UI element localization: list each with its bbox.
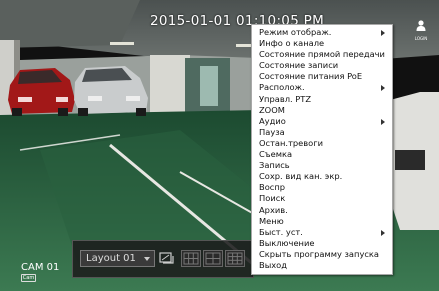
layout-select-value: Layout 01 [86,253,136,264]
menu-item-label: Архив. [259,204,288,215]
user-icon [416,20,426,31]
menu-item[interactable]: Сохр. вид кан. экр. [252,171,392,182]
dvr-live-view: 2015-01-01 01:10:05 PM LOGIN CAM 01 Cam … [0,0,439,291]
menu-item[interactable]: Выход [252,260,392,271]
menu-item-label: Состояние питания PoE [259,71,363,82]
menu-item-label: Скрыть программу запуска [259,248,380,259]
menu-item-label: Воспр [259,182,286,193]
menu-item[interactable]: Архив. [252,205,392,216]
menu-item-label: Пауза [259,126,285,137]
login-button[interactable]: LOGIN [410,16,432,41]
menu-item-label: Инфо о канале [259,38,325,49]
menu-item[interactable]: Быст. уст. [252,227,392,238]
menu-item[interactable]: Состояние питания PoE [252,71,392,82]
menu-item-label: Аудио [259,115,286,126]
dropdown-arrow-icon [144,257,150,261]
menu-item-label: Располож. [259,82,305,93]
menu-item[interactable]: Выключение [252,238,392,249]
menu-item-label: Запись [259,160,290,171]
menu-item[interactable]: Управл. PTZ [252,94,392,105]
login-label: LOGIN [414,36,428,41]
split-grid-button-3[interactable] [225,250,245,267]
menu-item-label: Выключение [259,237,315,248]
menu-item-label: Поиск [259,193,286,204]
menu-item-label: Остан.тревоги [259,137,323,148]
menu-item-label: ZOOM [259,104,285,115]
layout-select[interactable]: Layout 01 [80,250,155,267]
menu-item[interactable]: Меню [252,216,392,227]
grid-icon [183,252,199,265]
menu-item[interactable]: Состояние записи [252,60,392,71]
submenu-arrow-icon [381,118,385,125]
grid-icon [227,252,243,265]
context-menu: Режим отображ. Инфо о канале Состояние пря… [251,24,393,275]
menu-item[interactable]: Запись [252,160,392,171]
sequence-icon[interactable] [159,250,175,267]
grid-icon [205,252,221,265]
menu-item-label: Режим отображ. [259,27,332,37]
menu-item-label: Быст. уст. [259,226,303,237]
menu-item-label: Меню [259,215,284,226]
menu-item[interactable]: ZOOM [252,105,392,116]
submenu-arrow-icon [381,30,385,36]
menu-item[interactable]: Состояние прямой передачи [252,49,392,60]
menu-item[interactable]: Воспр [252,182,392,193]
split-grid-button-2[interactable] [203,250,223,267]
menu-item-label: Сохр. вид кан. экр. [259,171,343,182]
menu-item-label: Выход [259,259,287,270]
camera-name: CAM 01 [21,262,60,273]
menu-item[interactable]: Остан.тревоги [252,138,392,149]
menu-item[interactable]: Располож. [252,82,392,93]
menu-item-label: Состояние записи [259,60,339,71]
menu-item-label: Управл. PTZ [259,93,312,104]
menu-item[interactable]: Пауза [252,127,392,138]
menu-item-label: Съемка [259,149,293,160]
menu-item-label: Состояние прямой передачи [259,49,385,60]
submenu-arrow-icon [381,229,385,236]
launcher-toolbar: Layout 01 [72,240,254,278]
camera-status-icon: Cam [21,274,36,282]
menu-item[interactable]: Режим отображ. [252,27,392,38]
menu-item[interactable]: Поиск [252,193,392,204]
split-grid-button-1[interactable] [181,250,201,267]
menu-item[interactable]: Аудио [252,116,392,127]
menu-item[interactable]: Съемка [252,149,392,160]
menu-item[interactable]: Инфо о канале [252,38,392,49]
submenu-arrow-icon [381,85,385,92]
menu-item[interactable]: Скрыть программу запуска [252,249,392,260]
